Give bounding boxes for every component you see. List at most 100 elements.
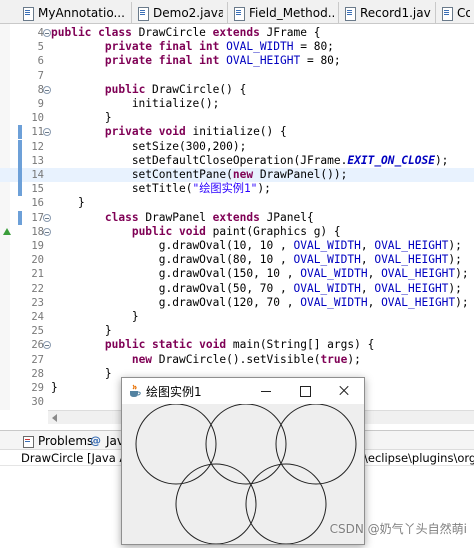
fold-toggle-icon[interactable] (43, 85, 51, 94)
line-number: 12 (31, 140, 44, 153)
code-text: } (51, 381, 58, 395)
code-token: } (51, 310, 139, 323)
code-line[interactable]: 16 } (0, 196, 474, 210)
code-token: ); (455, 267, 469, 281)
code-token: OVAL_WIDTH (300, 295, 368, 309)
code-text: public void paint(Graphics g) { (51, 225, 341, 239)
fold-toggle-icon[interactable] (43, 128, 51, 137)
code-token: ); (257, 182, 271, 196)
editor-tab-label: Cons (457, 5, 470, 20)
code-token: g.drawOval(10, 10 , (51, 239, 294, 252)
line-number: 27 (31, 353, 44, 366)
code-line[interactable]: 11 private void initialize() { (0, 125, 474, 140)
code-token: g.drawOval(120, 70 , (51, 295, 301, 309)
code-line[interactable]: 12 setSize(300,200); (0, 139, 474, 154)
drawn-oval (175, 463, 257, 545)
code-line[interactable]: 22 g.drawOval(50, 70 , OVAL_WIDTH, OVAL_… (0, 282, 474, 296)
code-token: OVAL_WIDTH (293, 253, 361, 267)
code-text: initialize(); (51, 97, 220, 111)
code-line[interactable]: 17 class DrawPanel extends JPanel{ (0, 210, 474, 225)
java-file-icon (22, 6, 34, 21)
fold-toggle-icon[interactable] (43, 227, 51, 236)
code-token: private final int (104, 40, 227, 54)
code-line[interactable]: 5 private final int OVAL_WIDTH = 80; (0, 40, 474, 54)
line-number: 11 (31, 126, 44, 139)
code-text: g.drawOval(150, 10 , OVAL_WIDTH, OVAL_HE… (51, 267, 469, 281)
code-token: setDefaultCloseOperation(JFrame. (51, 153, 348, 167)
code-line[interactable]: 23 g.drawOval(120, 70 , OVAL_WIDTH, OVAL… (0, 296, 474, 310)
code-line[interactable]: 21 g.drawOval(150, 10 , OVAL_WIDTH, OVAL… (0, 267, 474, 281)
code-line[interactable]: 24 } (0, 310, 474, 324)
code-token: OVAL_WIDTH (226, 40, 294, 54)
code-line[interactable]: 7 (0, 69, 474, 83)
code-token: OVAL_HEIGHT (374, 239, 449, 252)
code-token: OVAL_WIDTH (300, 267, 368, 281)
minimize-icon[interactable] (246, 378, 286, 404)
code-text: g.drawOval(10, 10 , OVAL_WIDTH, OVAL_HEI… (51, 239, 462, 253)
editor-tab-2[interactable]: Field_Method... (229, 2, 339, 23)
code-token: setContentPane( (51, 168, 233, 181)
code-token: new (131, 352, 159, 366)
scroll-left-icon[interactable] (52, 414, 57, 422)
maximize-icon[interactable] (285, 378, 325, 404)
code-token: extends (212, 26, 267, 39)
code-token: private void (104, 125, 193, 139)
code-line[interactable]: 27 new DrawCircle().setVisible(true); (0, 353, 474, 367)
draw-panel (122, 403, 364, 545)
window-titlebar[interactable]: 绘图实例1 (122, 378, 364, 404)
code-line[interactable]: 18 public void paint(Graphics g) { (0, 225, 474, 239)
line-number: 5 (37, 41, 44, 54)
code-editor[interactable]: 4 public class DrawCircle extends JFrame … (0, 24, 474, 410)
code-line[interactable]: 15 setTitle("绘图实例1"); (0, 182, 474, 197)
code-line[interactable]: 20 g.drawOval(80, 10 , OVAL_WIDTH, OVAL_… (0, 253, 474, 267)
problems-icon (22, 435, 34, 448)
code-token: ); (448, 253, 462, 267)
line-number: 17 (31, 211, 44, 224)
code-token: ); (448, 281, 462, 295)
code-token: , (367, 295, 382, 309)
drawn-oval (275, 403, 357, 485)
code-text: g.drawOval(80, 10 , OVAL_WIDTH, OVAL_HEI… (51, 253, 462, 267)
swing-window[interactable]: 绘图实例1 (121, 377, 365, 545)
fold-toggle-icon[interactable] (43, 29, 51, 37)
code-token: JFrame { (266, 26, 321, 39)
line-number: 24 (31, 311, 44, 323)
code-line[interactable]: 26 public static void main(String[] args… (0, 338, 474, 352)
code-line[interactable]: 10 } (0, 111, 474, 125)
line-number: 29 (31, 382, 44, 394)
code-line[interactable]: 19 g.drawOval(10, 10 , OVAL_WIDTH, OVAL_… (0, 239, 474, 253)
ovals-drawing (135, 403, 357, 545)
line-number: 10 (31, 112, 44, 125)
line-number: 4 (37, 27, 44, 39)
code-token: OVAL_WIDTH (293, 281, 361, 295)
close-icon[interactable] (324, 378, 364, 404)
code-line[interactable]: 8 public DrawCircle() { (0, 83, 474, 97)
code-line[interactable]: 14 setContentPane(new DrawPanel()); (0, 168, 474, 183)
code-line[interactable]: 4 public class DrawCircle extends JFrame … (0, 26, 474, 40)
editor-tab-3[interactable]: Record1.java (340, 2, 436, 23)
code-token: } (51, 196, 85, 210)
tab-problems[interactable]: Problems (22, 433, 93, 449)
code-line[interactable]: 25 } (0, 324, 474, 338)
code-text: private final int OVAL_WIDTH = 80; (51, 40, 334, 54)
code-token: DrawCircle() { (152, 82, 247, 96)
code-token: OVAL_HEIGHT (374, 253, 449, 267)
line-number: 22 (31, 282, 44, 295)
console-path: \eclipse\plugins\org.e (364, 451, 474, 465)
code-line[interactable]: 9 initialize(); (0, 97, 474, 111)
editor-tab-4[interactable]: Cons (437, 2, 474, 23)
fold-toggle-icon[interactable] (43, 213, 51, 222)
code-text: public class DrawCircle extends JFrame { (51, 26, 320, 40)
code-line[interactable]: 13 setDefaultCloseOperation(JFrame.EXIT_… (0, 153, 474, 168)
code-token: } (51, 366, 112, 380)
editor-tab-1[interactable]: Demo2.java (133, 2, 228, 23)
code-line[interactable]: 6 private final int OVAL_HEIGHT = 80; (0, 54, 474, 68)
line-number: 8 (37, 83, 44, 96)
code-token: ); (455, 295, 469, 309)
fold-toggle-icon[interactable] (43, 341, 51, 350)
editor-tab-0[interactable]: MyAnnotatio... (18, 2, 132, 23)
code-token: } (51, 324, 112, 338)
